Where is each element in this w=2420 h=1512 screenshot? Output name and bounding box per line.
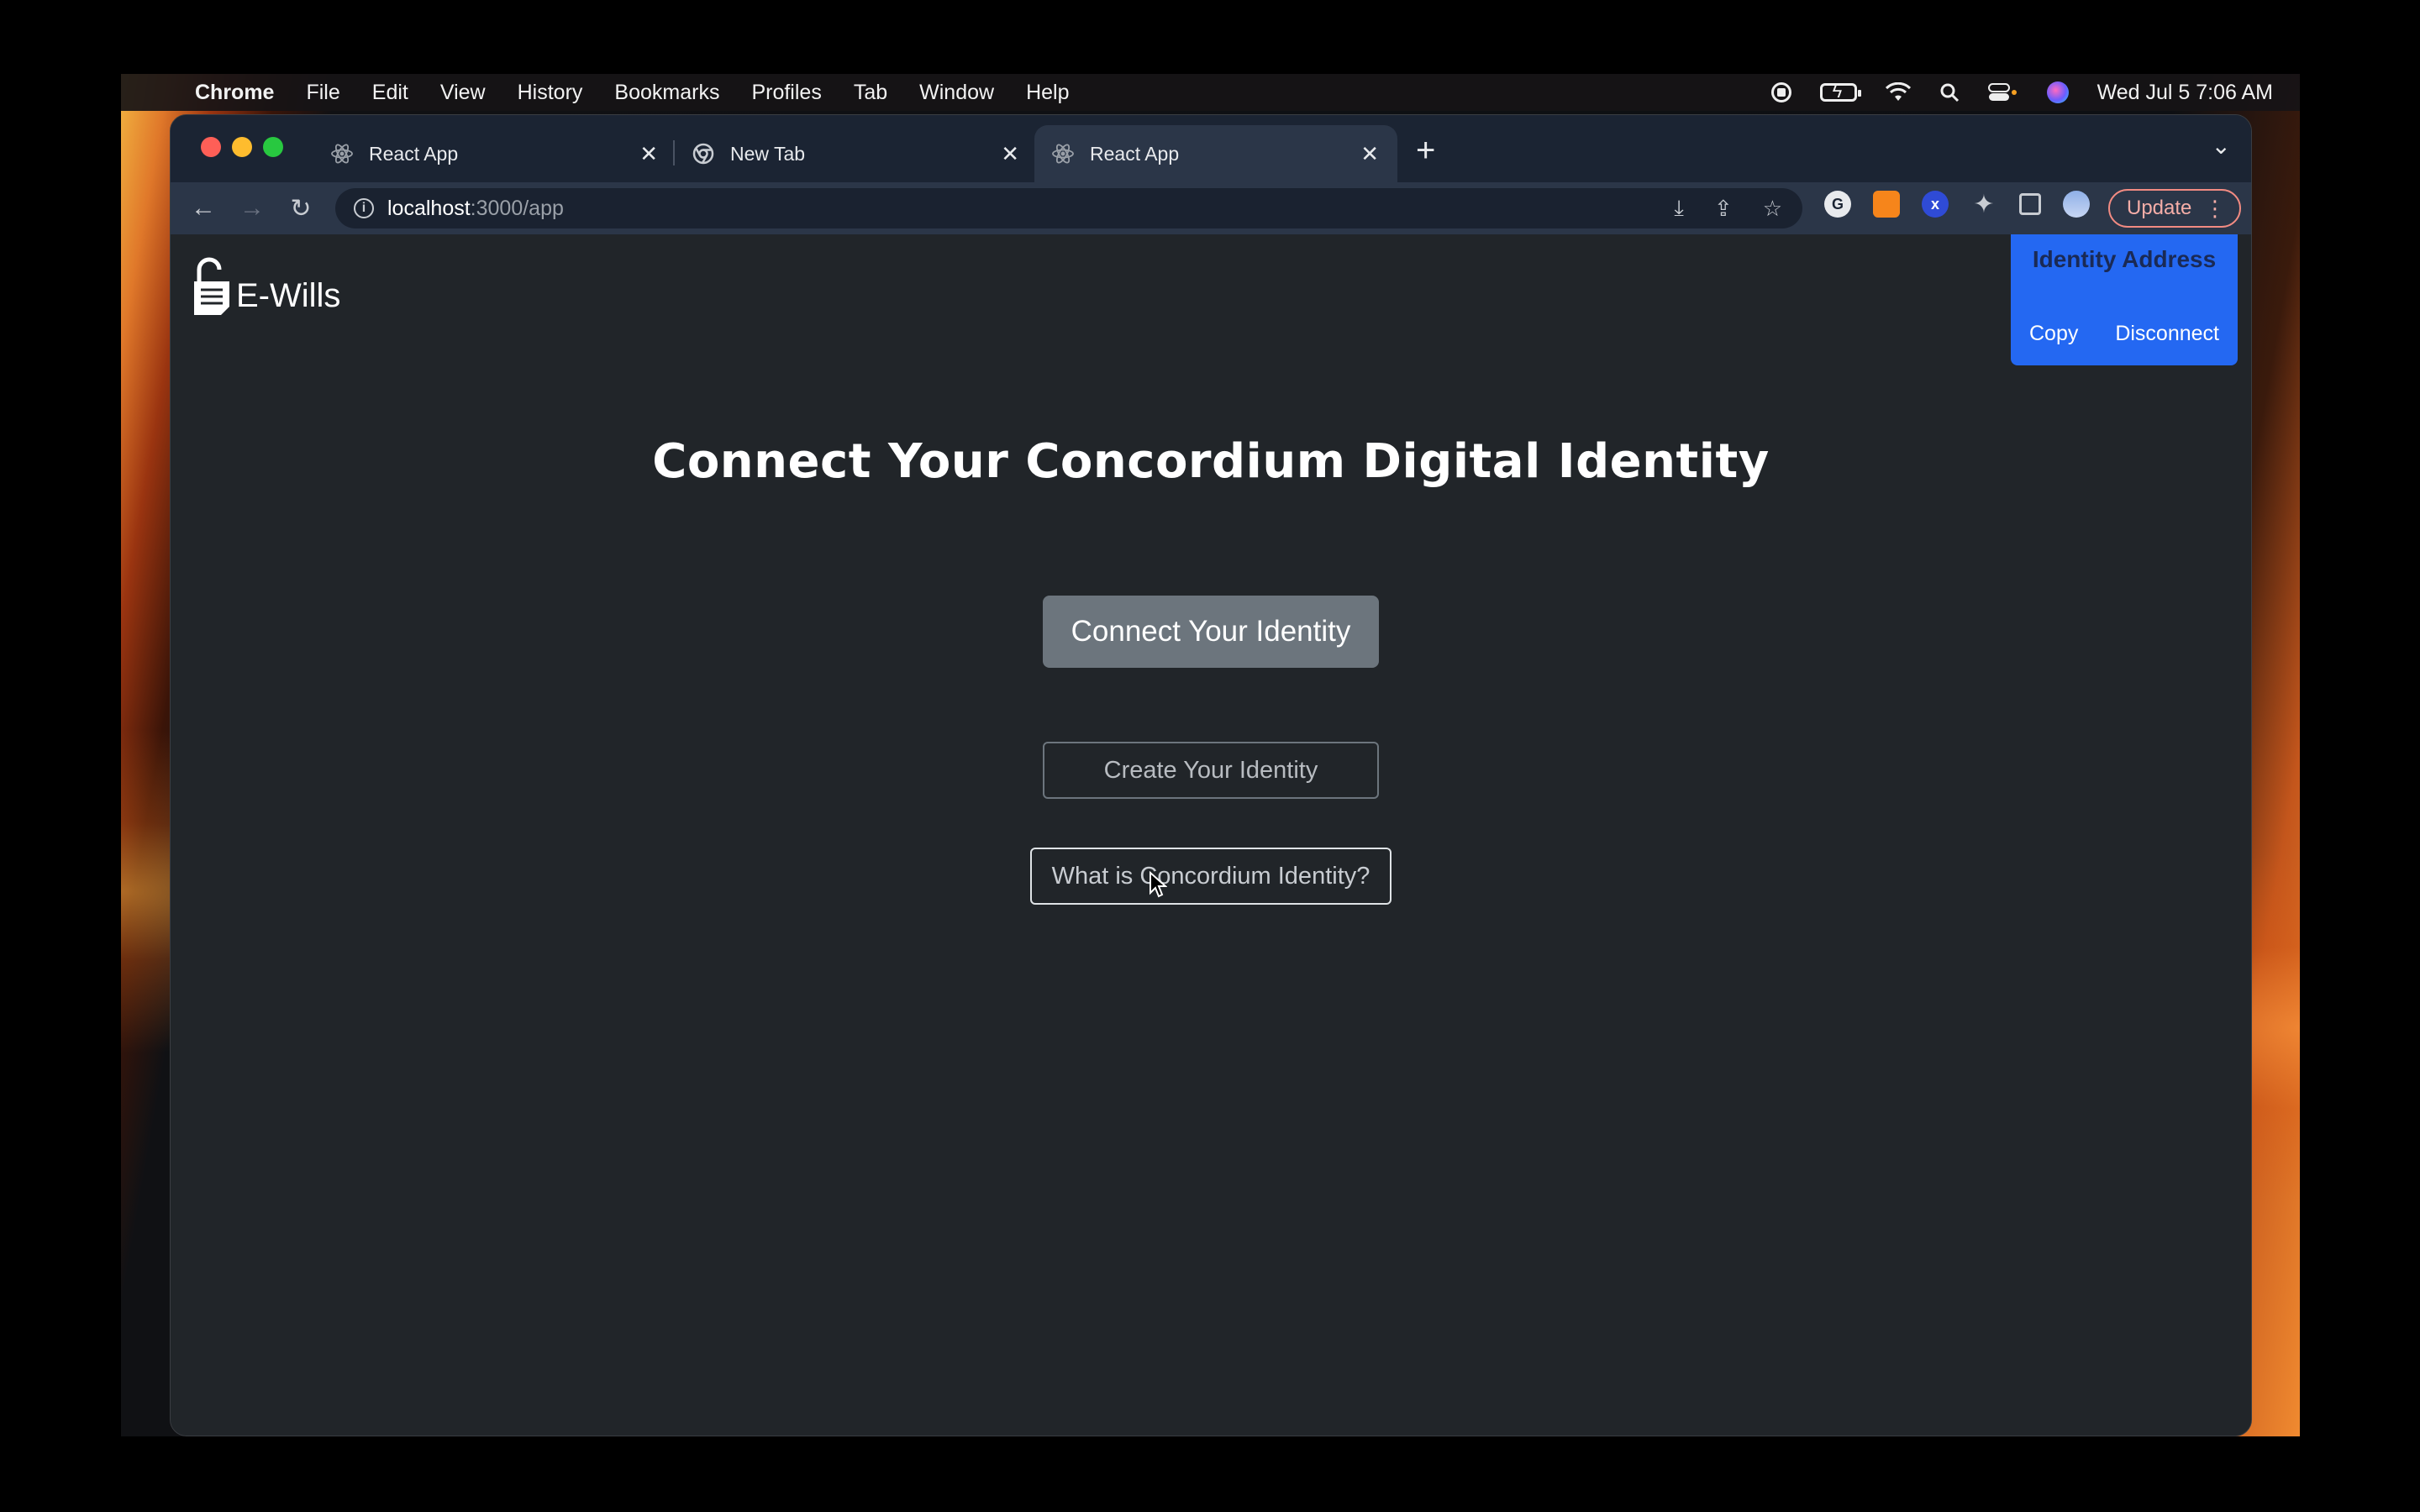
- url-host: localhost: [387, 196, 471, 220]
- tab-title: New Tab: [730, 142, 806, 165]
- menu-file[interactable]: File: [306, 81, 339, 105]
- url-path: :3000/app: [470, 196, 564, 220]
- what-is-concordium-identity-button[interactable]: What is Concordium Identity?: [1030, 848, 1392, 905]
- create-identity-button[interactable]: Create Your Identity: [1043, 742, 1379, 799]
- address-bar[interactable]: i localhost:3000/app ⤓ ⇪ ☆: [335, 188, 1802, 228]
- minimize-window-button[interactable]: [232, 137, 252, 157]
- padlock-document-logo-icon: [192, 256, 234, 318]
- metamask-fox-icon[interactable]: [1873, 191, 1900, 218]
- menubar-datetime[interactable]: Wed Jul 5 7:06 AM: [2097, 81, 2273, 105]
- menu-profiles[interactable]: Profiles: [751, 81, 821, 105]
- identity-address-panel: Identity Address Copy Disconnect: [2011, 234, 2238, 365]
- close-tab-icon[interactable]: ✕: [639, 141, 658, 167]
- identity-address-title: Identity Address: [2032, 246, 2217, 272]
- zoom-window-button[interactable]: [263, 137, 283, 157]
- disconnect-link[interactable]: Disconnect: [2115, 322, 2219, 346]
- browser-window: React App ✕ New Tab ✕ React App ✕ + ⌄ ← …: [170, 114, 2252, 1436]
- brand[interactable]: E-Wills: [192, 256, 340, 318]
- profile-avatar[interactable]: [2063, 191, 2090, 218]
- spotlight-search-icon[interactable]: [1939, 82, 1960, 102]
- side-panel-icon[interactable]: [2019, 193, 2041, 215]
- browser-toolbar: ← → ↻ i localhost:3000/app ⤓ ⇪ ☆ G x ✦ U…: [171, 182, 2251, 234]
- menu-view[interactable]: View: [440, 81, 486, 105]
- wifi-icon[interactable]: [1885, 82, 1911, 102]
- forward-arrow-icon[interactable]: →: [228, 194, 276, 223]
- copy-link[interactable]: Copy: [2029, 322, 2078, 346]
- tab-react-app-active[interactable]: React App ✕: [1034, 125, 1397, 182]
- share-icon[interactable]: ⇪: [1714, 196, 1733, 222]
- new-tab-plus-icon[interactable]: +: [1416, 134, 1435, 167]
- menubar-status-area: Wed Jul 5 7:06 AM: [1743, 81, 2273, 105]
- battery-icon[interactable]: [1819, 81, 1861, 102]
- siri-icon[interactable]: [2046, 81, 2069, 103]
- menu-bookmarks[interactable]: Bookmarks: [614, 81, 719, 105]
- install-app-icon[interactable]: ⤓: [1674, 195, 1684, 222]
- bookmark-star-icon[interactable]: ☆: [1763, 196, 1782, 222]
- tab-search-chevron-icon[interactable]: ⌄: [2212, 132, 2231, 160]
- close-tab-icon[interactable]: ✕: [1360, 141, 1379, 167]
- tab-react-app-1[interactable]: React App ✕: [313, 125, 676, 182]
- close-window-button[interactable]: [201, 137, 221, 157]
- extensions-puzzle-icon[interactable]: ✦: [1970, 191, 1997, 218]
- omnibox-actions: ⤓ ⇪ ☆: [1644, 195, 1782, 222]
- macos-menubar: Chrome File Edit View History Bookmarks …: [121, 74, 2300, 111]
- menu-edit[interactable]: Edit: [372, 81, 408, 105]
- menu-window[interactable]: Window: [919, 81, 994, 105]
- control-center-icon[interactable]: [1987, 82, 2018, 102]
- react-icon: [330, 142, 354, 165]
- update-label: Update: [2127, 197, 2192, 219]
- more-menu-icon[interactable]: ⋮: [2204, 196, 2226, 222]
- grammar-extension-icon[interactable]: G: [1824, 191, 1851, 218]
- chrome-icon: [692, 142, 715, 165]
- menu-app-name[interactable]: Chrome: [195, 81, 274, 105]
- page-content: E-Wills Identity Address Copy Disconnect…: [171, 234, 2251, 1436]
- menu-help[interactable]: Help: [1026, 81, 1069, 105]
- tab-new-tab[interactable]: New Tab ✕: [675, 125, 1038, 182]
- tab-title: React App: [369, 142, 459, 165]
- back-arrow-icon[interactable]: ←: [179, 194, 228, 223]
- window-controls: [201, 137, 294, 157]
- close-tab-icon[interactable]: ✕: [1001, 141, 1019, 167]
- site-info-icon[interactable]: i: [354, 198, 374, 218]
- mouse-pointer-icon: [1149, 870, 1168, 904]
- react-icon: [1051, 142, 1075, 165]
- x-extension-icon[interactable]: x: [1922, 191, 1949, 218]
- update-button[interactable]: Update ⋮: [2108, 189, 2241, 228]
- menu-history[interactable]: History: [518, 81, 583, 105]
- reload-icon[interactable]: ↻: [276, 194, 325, 223]
- page-title: Connect Your Concordium Digital Identity: [652, 434, 1770, 489]
- screen-record-icon[interactable]: [1770, 82, 1791, 102]
- extensions-area: G x ✦: [1824, 191, 2112, 218]
- tab-strip: React App ✕ New Tab ✕ React App ✕ + ⌄: [171, 115, 2251, 182]
- connect-identity-button[interactable]: Connect Your Identity: [1043, 596, 1379, 668]
- brand-name: E-Wills: [236, 276, 341, 314]
- menu-tab[interactable]: Tab: [854, 81, 887, 105]
- tab-title: React App: [1090, 142, 1180, 165]
